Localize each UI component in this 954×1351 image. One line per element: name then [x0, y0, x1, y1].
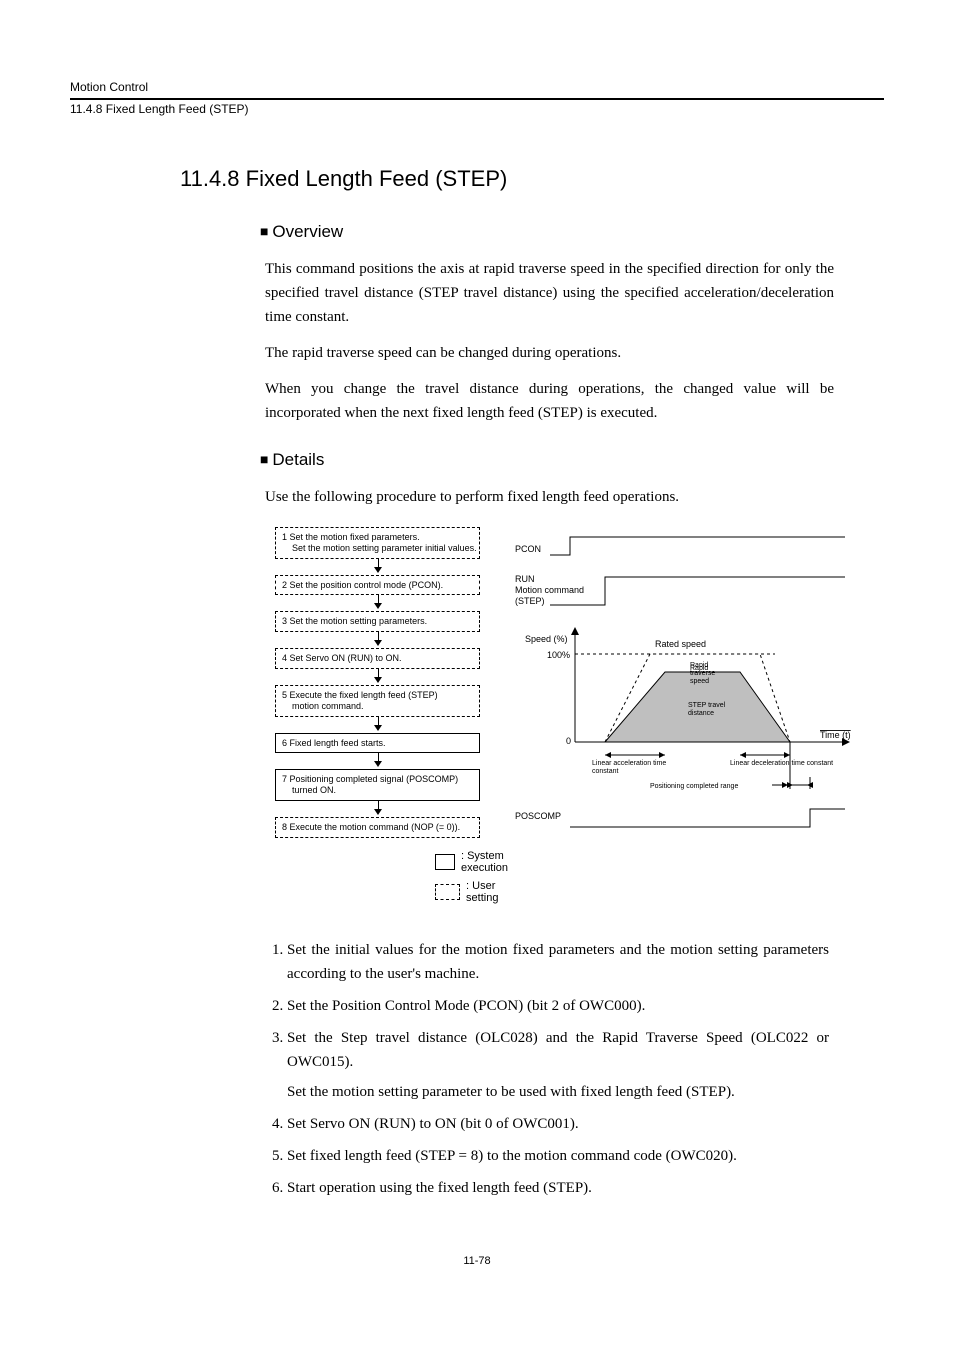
flow-step-3: 3 Set the motion setting parameters. — [275, 611, 480, 632]
details-heading: Details — [260, 450, 884, 470]
run-label: RUN — [515, 574, 535, 584]
list-item: Set the Position Control Mode (PCON) (bi… — [287, 994, 829, 1018]
flow-arrow — [275, 753, 480, 769]
flow-step-5: 5 Execute the fixed length feed (STEP) m… — [275, 685, 480, 717]
lin-accel-label: Linear acceleration time constant — [592, 760, 668, 775]
lin-decel-label: Linear deceleration time constant — [730, 760, 833, 767]
list-item: Set fixed length feed (STEP = 8) to the … — [287, 1144, 829, 1168]
procedure-list: Set the initial values for the motion fi… — [265, 938, 829, 1200]
flow-arrow — [275, 717, 480, 733]
flow-step-1b-text: Set the motion setting parameter initial… — [282, 543, 477, 553]
rated-speed-label: Rated speed — [655, 639, 706, 649]
list-item: Start operation using the fixed length f… — [287, 1176, 829, 1200]
list-item-4-text: Set Servo ON (RUN) to ON (bit 0 of OWC00… — [287, 1116, 579, 1132]
list-item-5-text: Set fixed length feed (STEP = 8) to the … — [287, 1148, 737, 1164]
legend-user-box — [435, 884, 460, 900]
list-item-2-text: Set the Position Control Mode (PCON) (bi… — [287, 998, 645, 1014]
list-item: Set the Step travel distance (OLC028) an… — [287, 1026, 829, 1104]
page-number: 11-78 — [70, 1255, 884, 1267]
step-label: (STEP) — [515, 596, 545, 606]
legend-user-label: : User setting — [466, 880, 510, 904]
legend-system-box — [435, 854, 455, 870]
flow-arrow — [275, 595, 480, 611]
overview-p1: This command positions the axis at rapid… — [265, 257, 834, 329]
overview-heading: Overview — [260, 222, 884, 242]
flow-step-1a-text: 1 Set the motion fixed parameters. — [282, 532, 420, 542]
procedure-diagram: 1 Set the motion fixed parameters. Set t… — [275, 527, 829, 910]
pos-range-label: Positioning completed range — [650, 783, 738, 790]
flow-step-1: 1 Set the motion fixed parameters. Set t… — [275, 527, 480, 559]
list-item: Set the initial values for the motion fi… — [287, 938, 829, 986]
legend-system-label: : System execution — [461, 850, 510, 874]
flow-step-7: 7 Positioning completed signal (POSCOMP)… — [275, 769, 480, 801]
flow-step-4: 4 Set Servo ON (RUN) to ON. — [275, 648, 480, 669]
flow-step-7b-text: turned ON. — [282, 785, 336, 795]
speed-label: Speed (%) — [525, 634, 568, 644]
legend: : System execution : User setting — [435, 850, 510, 904]
flow-arrow — [275, 801, 480, 817]
list-item-1-text: Set the initial values for the motion fi… — [287, 942, 829, 982]
overview-p3: When you change the travel distance duri… — [265, 377, 834, 425]
list-item-3-text: Set the Step travel distance (OLC028) an… — [287, 1030, 829, 1070]
hundred-label: 100% — [547, 650, 570, 660]
flow-step-5a-text: 5 Execute the fixed length feed (STEP) — [282, 690, 438, 700]
pcon-label: PCON — [515, 544, 541, 554]
zero-label: 0 — [566, 736, 571, 746]
overview-p2: The rapid traverse speed can be changed … — [265, 341, 834, 365]
flow-column: 1 Set the motion fixed parameters. Set t… — [275, 527, 510, 910]
flow-step-7a-text: 7 Positioning completed signal (POSCOMP) — [282, 774, 458, 784]
details-intro: Use the following procedure to perform f… — [265, 485, 834, 509]
flow-arrow — [275, 632, 480, 648]
list-item: Set Servo ON (RUN) to ON (bit 0 of OWC00… — [287, 1112, 829, 1136]
flow-arrow — [275, 669, 480, 685]
timing-chart: PCON RUN Motion command (STEP) Speed (%)… — [510, 527, 880, 910]
flow-step-2: 2 Set the position control mode (PCON). — [275, 575, 480, 596]
motion-command-label: Motion command — [515, 585, 584, 595]
timing-svg: PCON RUN Motion command (STEP) Speed (%)… — [510, 527, 880, 857]
list-item-3b-text: Set the motion setting parameter to be u… — [287, 1080, 829, 1104]
section-title: 11.4.8 Fixed Length Feed (STEP) — [180, 166, 884, 192]
flow-step-5b-text: motion command. — [282, 701, 364, 711]
poscomp-label: POSCOMP — [515, 811, 561, 821]
flow-step-6: 6 Fixed length feed starts. — [275, 733, 480, 754]
header-section: 11.4.8 Fixed Length Feed (STEP) — [70, 98, 884, 116]
list-item-6-text: Start operation using the fixed length f… — [287, 1180, 592, 1196]
time-label: Time (t) — [820, 730, 851, 740]
flow-step-8: 8 Execute the motion command (NOP (= 0))… — [275, 817, 480, 838]
header-chapter: Motion Control — [70, 80, 884, 94]
flow-arrow — [275, 559, 480, 575]
